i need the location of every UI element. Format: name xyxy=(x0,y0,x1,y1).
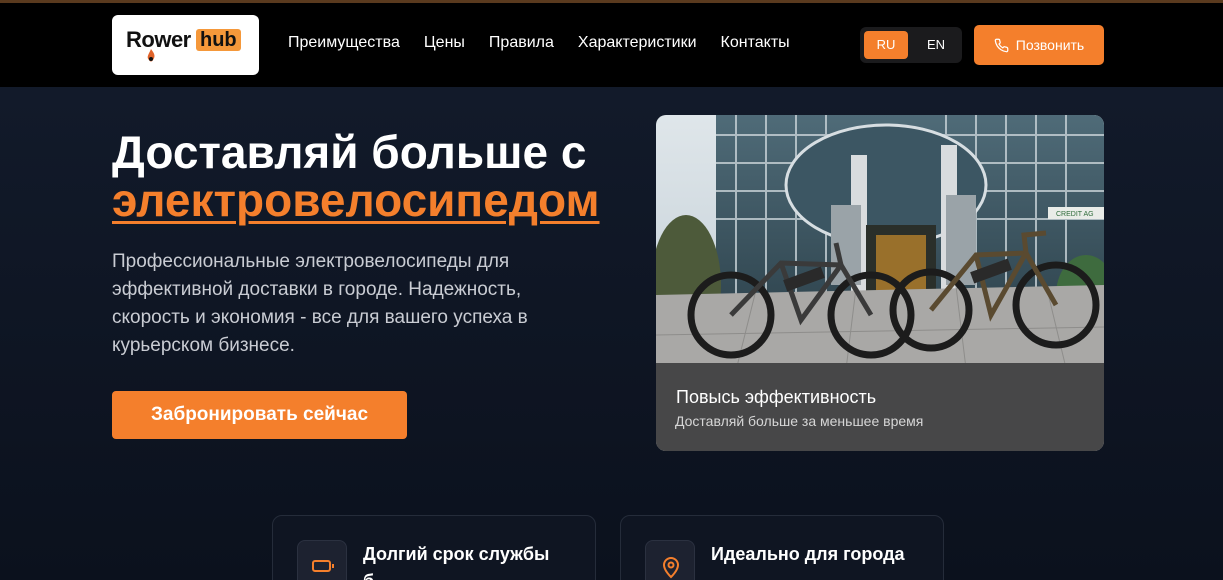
caption-subtitle: Доставляй больше за меньшее время xyxy=(675,413,924,429)
nav-link-prices[interactable]: Цены xyxy=(424,34,465,52)
nav-link-rules[interactable]: Правила xyxy=(489,34,554,52)
building-sign: CREDIT AG xyxy=(1056,211,1094,218)
battery-icon xyxy=(312,560,334,572)
photo-caption: Повысь эффективность Доставляй больше за… xyxy=(656,363,1104,451)
call-button-label: Позвонить xyxy=(1015,37,1085,53)
hero-title-accent: электровелосипедом xyxy=(112,174,600,226)
hero-description: Профессиональные электровелосипеды для э… xyxy=(112,251,528,356)
nav-link-specs[interactable]: Характеристики xyxy=(578,34,697,52)
hero-title-line: Доставляй больше с xyxy=(112,126,587,178)
feature-icon-box xyxy=(297,540,347,580)
logo[interactable]: Rower hub xyxy=(112,15,259,75)
feature-title: Долгий срок службы xyxy=(363,544,550,564)
flame-icon xyxy=(147,49,155,62)
book-now-button[interactable]: Забронировать сейчас xyxy=(112,391,407,439)
nav-link-advantages[interactable]: Преимущества xyxy=(288,34,400,52)
feature-subtitle: – xyxy=(711,571,721,580)
feature-card-city: Идеально для города – xyxy=(620,515,944,580)
main-nav: Преимущества Цены Правила Характеристики… xyxy=(288,34,790,52)
call-button[interactable]: Позвонить xyxy=(974,25,1104,65)
feature-title: Идеально для города xyxy=(711,544,905,564)
language-switcher: RU EN xyxy=(860,27,962,63)
map-pin-icon xyxy=(662,557,680,579)
logo-text: Rower xyxy=(126,27,191,52)
feature-card-longevity: Долгий срок службы б xyxy=(272,515,596,580)
feature-subtitle: б xyxy=(363,571,374,580)
phone-icon xyxy=(994,38,1009,52)
lang-ru-button[interactable]: RU xyxy=(864,31,908,59)
navbar: Rower hub Преимущества Цены Правила Хара… xyxy=(0,3,1223,87)
logo-badge: hub xyxy=(196,29,241,51)
lang-en-button[interactable]: EN xyxy=(914,31,958,59)
caption-title: Повысь эффективность xyxy=(676,387,877,407)
nav-link-contacts[interactable]: Контакты xyxy=(721,34,790,52)
feature-icon-box xyxy=(645,540,695,580)
hero-photo-card: CREDIT AG Повысь эффективность Доставляй… xyxy=(656,115,1104,451)
hero-title: Доставляй больше с электровелосипедом xyxy=(112,128,652,224)
